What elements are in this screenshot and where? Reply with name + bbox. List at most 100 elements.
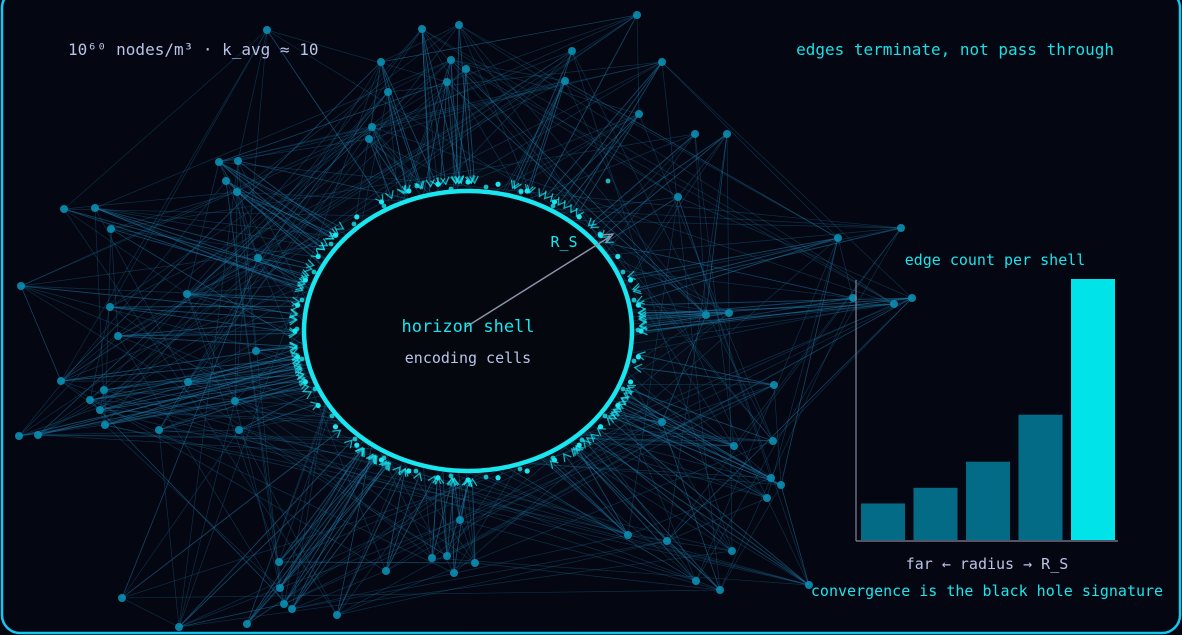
- radius-label: R_S: [550, 233, 577, 251]
- graph-node: [252, 347, 260, 355]
- graph-node: [233, 188, 241, 196]
- graph-node: [101, 421, 109, 429]
- graph-node: [692, 577, 700, 585]
- graph-node: [691, 130, 699, 138]
- graph-node: [897, 224, 905, 232]
- graph-node: [234, 157, 242, 165]
- graph-node: [730, 442, 738, 450]
- horizon-cell: [435, 181, 441, 187]
- horizon-subtitle: encoding cells: [405, 349, 531, 367]
- graph-node: [106, 303, 114, 311]
- background-edge: [121, 597, 180, 628]
- horizon-cell: [631, 358, 637, 364]
- horizon-cell: [332, 424, 339, 430]
- horizon-cell: [602, 413, 608, 419]
- horizon-cell: [354, 442, 360, 448]
- horizon-cell: [414, 183, 420, 189]
- graph-node: [231, 397, 239, 405]
- horizon-cell: [406, 188, 412, 194]
- horizon-cell: [483, 184, 489, 190]
- horizon-cell: [299, 297, 305, 303]
- graph-node: [368, 123, 376, 131]
- graph-node: [568, 47, 576, 55]
- horizon-cell: [315, 402, 321, 409]
- horizon-cell: [354, 214, 360, 220]
- horizon-cell: [615, 253, 621, 260]
- chart-title: edge count per shell: [905, 251, 1086, 269]
- horizon-cell: [328, 241, 334, 247]
- horizon-cell: [550, 455, 556, 461]
- graph-node: [276, 584, 284, 592]
- graph-node: [658, 418, 666, 426]
- graph-node: [471, 559, 479, 567]
- graph-node: [725, 309, 733, 317]
- horizon-cell: [406, 468, 412, 474]
- graph-node: [663, 537, 671, 545]
- horizon-cell: [631, 297, 637, 303]
- stats-caption: 10⁶⁰ nodes/m³ · k_avg ≈ 10: [68, 40, 319, 59]
- horizon-cell: [465, 179, 471, 185]
- graph-node: [60, 205, 68, 213]
- graph-node: [674, 193, 682, 201]
- graph-node: [450, 569, 458, 577]
- graph-node: [624, 531, 632, 539]
- graph-node: [658, 58, 666, 66]
- graph-node: [91, 204, 99, 212]
- graph-node: [728, 547, 736, 555]
- graph-node: [280, 600, 288, 608]
- graph-node: [365, 135, 373, 143]
- graph-node: [57, 377, 65, 385]
- graph-node: [770, 381, 778, 389]
- graph-node: [418, 25, 426, 33]
- horizon-cell: [311, 269, 317, 275]
- graph-node: [275, 558, 283, 566]
- note-caption: edges terminate, not pass through: [796, 40, 1114, 59]
- graph-node: [100, 386, 108, 394]
- graph-node: [333, 611, 341, 619]
- horizon-cell: [627, 277, 634, 283]
- horizon-cell: [524, 468, 530, 474]
- horizon-cell: [620, 269, 626, 275]
- chart-bar: [966, 461, 1010, 540]
- horizon-cell: [597, 231, 603, 237]
- horizon-cell: [381, 455, 387, 461]
- horizon-cell: [576, 214, 582, 220]
- chart-xlabel: far ← radius → R_S: [906, 555, 1069, 573]
- horizon-cell: [620, 386, 626, 392]
- graph-node: [215, 158, 223, 166]
- horizon-cell: [315, 253, 321, 260]
- horizon-cell: [294, 326, 300, 332]
- chart-bar: [913, 487, 958, 540]
- graph-node: [777, 481, 785, 489]
- graph-node: [455, 21, 463, 29]
- graph-diagram: R_S horizon shell encoding cells edge co…: [0, 10, 1163, 635]
- horizon-cell: [295, 354, 301, 360]
- graph-node: [382, 567, 390, 575]
- horizon-cell: [627, 379, 634, 385]
- horizon-cell: [302, 379, 309, 385]
- horizon-cell: [615, 402, 621, 409]
- graph-node: [561, 77, 569, 85]
- horizon-cell: [605, 178, 611, 184]
- horizon-cell: [448, 473, 454, 479]
- graph-node: [17, 282, 25, 290]
- graph-node: [114, 332, 122, 340]
- graph-node: [377, 58, 385, 66]
- graph-node: [723, 130, 731, 138]
- graph-node: [118, 594, 126, 602]
- graph-node: [443, 552, 451, 560]
- graph-node: [263, 26, 271, 34]
- graph-node: [107, 225, 115, 233]
- horizon-cell: [495, 181, 501, 187]
- horizon-cell: [302, 277, 309, 283]
- graph-node: [428, 554, 436, 562]
- graph-node: [384, 88, 392, 96]
- graph-node: [86, 396, 94, 404]
- graph-node: [96, 406, 104, 414]
- chart-bar: [1018, 414, 1063, 540]
- horizon-cell: [579, 437, 585, 443]
- horizon-cell: [576, 442, 582, 448]
- graph-node: [443, 78, 451, 86]
- graph-node: [447, 56, 455, 64]
- graph-node: [184, 378, 192, 386]
